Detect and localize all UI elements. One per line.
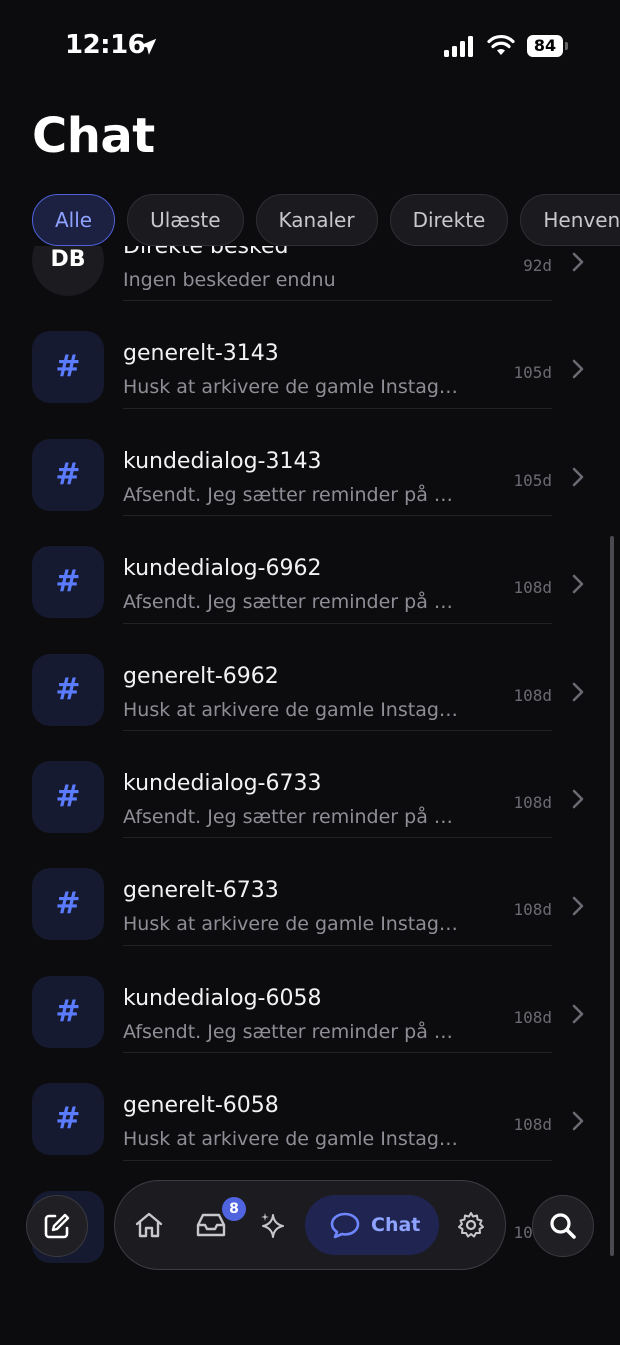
page-title: Chat [32, 108, 155, 164]
chat-title: generelt-6733 [123, 878, 279, 904]
chat-preview: Ingen beskeder endnu [123, 269, 336, 291]
chevron-right-icon [572, 467, 584, 487]
filter-chips: Alle Ulæste Kanaler Direkte Henvendelser [32, 194, 620, 246]
chat-time: 105d [513, 363, 552, 383]
tab-ai[interactable] [251, 1203, 295, 1247]
chat-preview: Afsendt. Jeg sætter reminder på 48 timer [123, 805, 463, 828]
chat-row[interactable]: # generelt-6962 Husk at arkivere de gaml… [0, 624, 620, 731]
chat-preview: Husk at arkivere de gamle Instagram-opsl… [123, 1128, 463, 1151]
tab-chat-label: Chat [371, 1214, 421, 1236]
search-icon [550, 1213, 576, 1239]
chat-title: generelt-6058 [123, 1093, 279, 1119]
channel-hash-icon: # [32, 975, 104, 1048]
channel-hash-icon: # [32, 438, 104, 511]
chat-preview: Husk at arkivere de gamle Instagram-opsl… [123, 913, 463, 936]
chat-time: 108d [513, 792, 552, 812]
chat-title: generelt-6962 [123, 663, 279, 689]
filter-chip-inquiries[interactable]: Henvendelser [520, 194, 620, 246]
filter-chip-unread[interactable]: Ulæste [127, 194, 244, 246]
tab-bar: Chat [114, 1180, 506, 1270]
status-bar: 12:16 84 [0, 0, 620, 92]
chat-row[interactable]: # kundedialog-6733 Afsendt. Jeg sætter r… [0, 731, 620, 839]
chat-time: 108d [513, 1115, 552, 1135]
scrollbar[interactable] [610, 536, 614, 1256]
chat-title: Direkte besked [123, 246, 289, 259]
chat-row[interactable]: DB Direkte besked Ingen beskeder endnu 9… [0, 246, 620, 302]
chat-row[interactable]: # generelt-6733 Husk at arkivere de gaml… [0, 838, 620, 946]
avatar: DB [32, 246, 104, 296]
channel-hash-icon: # [32, 653, 104, 726]
tab-home[interactable] [127, 1203, 171, 1247]
chevron-right-icon [572, 574, 584, 594]
location-arrow-icon [139, 38, 157, 55]
chat-title: kundedialog-6058 [123, 985, 322, 1011]
chat-time: 108d [513, 900, 552, 920]
chevron-right-icon [572, 360, 584, 379]
chat-preview: Husk at arkivere de gamle Instagram-opsl… [123, 698, 463, 721]
compose-icon [44, 1213, 70, 1239]
home-icon [135, 1212, 163, 1238]
chat-title: generelt-3143 [123, 341, 279, 367]
filter-chip-channels[interactable]: Kanaler [255, 194, 378, 246]
channel-hash-icon: # [32, 546, 104, 619]
inbox-badge: 8 [222, 1197, 246, 1221]
chat-preview: Husk at arkivere de gamle Instagram-opsl… [123, 376, 463, 399]
chat-time: 92d [523, 256, 552, 275]
chat-title: kundedialog-6962 [123, 556, 322, 582]
chat-preview: Afsendt. Jeg sætter reminder på 48 timer [123, 591, 463, 614]
chat-time: 108d [513, 578, 552, 598]
status-time: 12:16 [65, 30, 146, 60]
gear-icon [458, 1212, 484, 1238]
chevron-right-icon [572, 897, 584, 916]
chat-preview: Afsendt. Jeg sætter reminder på 48 timer [123, 1020, 463, 1043]
chat-list: DB Direkte besked Ingen beskeder endnu 9… [0, 246, 620, 1268]
channel-hash-icon: # [32, 760, 104, 833]
chat-row[interactable]: # kundedialog-3143 Afsendt. Jeg sætter r… [0, 409, 620, 517]
channel-hash-icon: # [32, 868, 104, 941]
chat-time: 105d [513, 470, 552, 490]
search-button[interactable] [532, 1195, 594, 1257]
chat-title: kundedialog-6733 [123, 770, 322, 796]
chevron-right-icon [572, 1004, 584, 1024]
filter-chip-all[interactable]: Alle [32, 194, 116, 246]
chevron-right-icon [572, 252, 584, 272]
chat-row[interactable]: # generelt-3143 Husk at arkivere de gaml… [0, 301, 620, 409]
battery-cap [565, 42, 568, 50]
wifi-icon [487, 34, 515, 55]
chat-row[interactable]: # generelt-6058 Husk at arkivere de gaml… [0, 1053, 620, 1161]
chevron-right-icon [572, 789, 584, 809]
cellular-signal-icon [444, 36, 473, 57]
channel-hash-icon: # [32, 331, 104, 404]
sparkles-icon [261, 1213, 284, 1238]
channel-hash-icon: # [32, 1083, 104, 1156]
compose-button[interactable] [26, 1195, 88, 1257]
filter-chip-direct[interactable]: Direkte [389, 194, 509, 246]
battery-indicator: 84 [527, 35, 563, 57]
chat-row[interactable]: # kundedialog-6962 Afsendt. Jeg sætter r… [0, 516, 620, 624]
chat-preview: Afsendt. Jeg sætter reminder på 48 timer [123, 483, 463, 506]
chat-time: 108d [513, 685, 552, 705]
chevron-right-icon [572, 682, 584, 701]
chat-row[interactable]: # kundedialog-6058 Afsendt. Jeg sætter r… [0, 946, 620, 1054]
chat-icon [330, 1212, 360, 1239]
chevron-right-icon [572, 1111, 584, 1131]
chat-title: kundedialog-3143 [123, 448, 322, 474]
tab-settings[interactable] [449, 1203, 493, 1247]
chat-time: 108d [513, 1007, 552, 1027]
tab-chat[interactable]: Chat [305, 1195, 439, 1255]
